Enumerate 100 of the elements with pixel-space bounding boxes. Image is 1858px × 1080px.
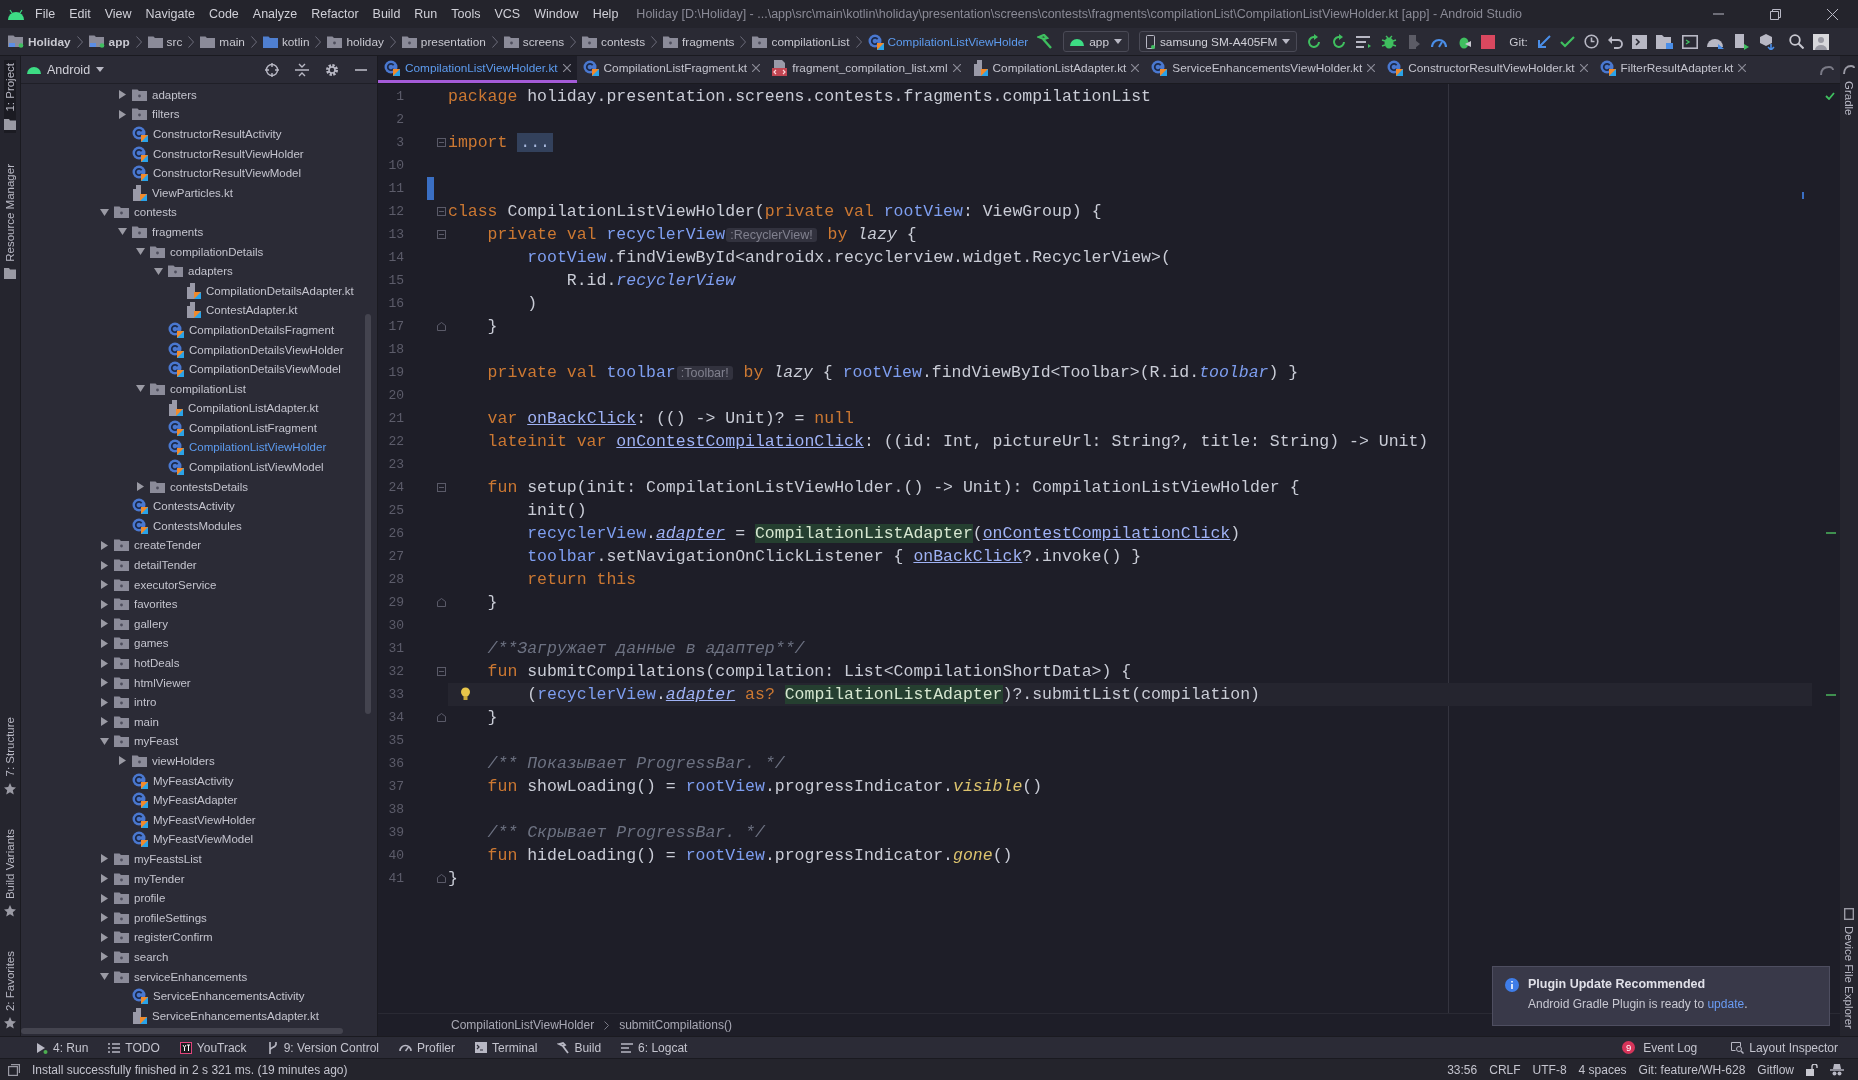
menu-item[interactable]: Refactor	[311, 7, 359, 21]
status-item[interactable]: CRLF	[1489, 1062, 1521, 1077]
tool-window-button[interactable]: Layout Inspector	[1723, 1040, 1846, 1055]
tree-item[interactable]: createTender	[134, 539, 202, 552]
tree-item[interactable]: serviceEnhancements	[134, 970, 248, 983]
breadcrumb[interactable]: compilationList	[771, 34, 850, 49]
tree-item[interactable]: ConstructorResultViewModel	[153, 167, 302, 180]
tool-window-button[interactable]: Gradle	[1843, 81, 1855, 116]
breadcrumb[interactable]: presentation	[420, 34, 486, 49]
tree-item[interactable]: CompilationDetailsViewModel	[189, 363, 341, 376]
status-item[interactable]: 4 spaces	[1578, 1062, 1627, 1077]
menu-item[interactable]: Build	[372, 7, 401, 21]
tree-item[interactable]: CompilationDetailsFragment	[189, 323, 335, 336]
menu-item[interactable]: Help	[592, 7, 619, 21]
project-view-dropdown[interactable]: Android	[27, 62, 105, 77]
tree-item[interactable]: search	[134, 950, 169, 963]
tree-item[interactable]: myTender	[134, 872, 185, 885]
tree-item[interactable]: main	[134, 715, 159, 728]
tool-window-button[interactable]: 2: Favorites	[4, 950, 16, 1011]
breadcrumb[interactable]: contests	[601, 34, 646, 49]
tree-item[interactable]: ServiceEnhancementsAdapter.kt	[152, 1009, 319, 1022]
tree-item[interactable]: gallery	[134, 617, 168, 630]
menu-item[interactable]: Code	[208, 7, 239, 21]
device-dropdown[interactable]: samsung SM-A405FM	[1138, 31, 1298, 52]
tree-item[interactable]: games	[134, 637, 169, 650]
tool-window-button[interactable]: Build Variants	[4, 828, 16, 899]
tree-item[interactable]: executorService	[134, 578, 217, 591]
status-item[interactable]: 33:56	[1447, 1062, 1478, 1077]
breadcrumb[interactable]: holiday	[346, 34, 384, 49]
tool-window-button[interactable]: Resource Manager	[4, 163, 16, 262]
breadcrumb[interactable]: screens	[522, 34, 565, 49]
tool-window-button[interactable]: 6: Logcat	[613, 1040, 696, 1055]
tree-item[interactable]: CompilationDetailsViewHolder	[189, 343, 344, 356]
tool-window-button[interactable]: TODO	[100, 1040, 168, 1055]
run-configuration-dropdown[interactable]: app	[1063, 31, 1129, 52]
tree-item[interactable]: CompilationListAdapter.kt	[188, 402, 319, 415]
status-item[interactable]: Git: feature/WH-628	[1638, 1062, 1746, 1077]
tool-window-button[interactable]: YouTrack	[171, 1040, 255, 1055]
tree-item[interactable]: ViewParticles.kt	[152, 186, 233, 199]
tree-item[interactable]: hotDeals	[134, 657, 180, 669]
tree-item[interactable]: registerConfirm	[134, 931, 213, 944]
breadcrumb[interactable]: CompilationListViewHolder	[451, 1018, 595, 1032]
tree-item[interactable]: ConstructorResultActivity	[153, 128, 282, 140]
editor-tab[interactable]: CompilationListFragment.kt	[576, 56, 767, 83]
editor-tab[interactable]: fragment_compilation_list.xml	[766, 56, 967, 83]
status-item[interactable]: UTF-8	[1532, 1062, 1567, 1077]
breadcrumb[interactable]: kotlin	[281, 34, 310, 49]
menu-item[interactable]: Edit	[69, 7, 91, 21]
tree-item[interactable]: ConstructorResultViewHolder	[153, 147, 304, 160]
tool-window-button[interactable]: Build	[549, 1040, 610, 1055]
breadcrumb[interactable]: submitCompilations()	[619, 1018, 732, 1032]
tree-item[interactable]: viewHolders	[152, 755, 215, 767]
tree-item[interactable]: htmlViewer	[134, 676, 191, 689]
tree-item[interactable]: CompilationListViewHolder	[189, 441, 327, 454]
tree-item[interactable]: MyFeastActivity	[153, 774, 234, 787]
tree-item[interactable]: filters	[152, 108, 180, 121]
tree-item[interactable]: ContestsActivity	[153, 500, 235, 513]
menu-item[interactable]: VCS	[494, 7, 521, 21]
tree-item[interactable]: intro	[134, 696, 157, 709]
tool-window-button[interactable]: Profiler	[391, 1040, 464, 1055]
tree-item[interactable]: compilationDetails	[170, 245, 264, 258]
tree-item[interactable]: compilationList	[170, 382, 247, 395]
tool-window-button[interactable]: Event Log	[1639, 1040, 1706, 1055]
breadcrumb[interactable]: main	[219, 34, 245, 49]
menu-item[interactable]: Navigate	[145, 7, 195, 21]
tree-item[interactable]: favorites	[134, 598, 178, 611]
tree-item[interactable]: contests	[134, 206, 177, 219]
tree-item[interactable]: myFeastsList	[134, 852, 202, 865]
tree-item[interactable]: ContestsModules	[153, 519, 242, 532]
breadcrumb[interactable]: src	[166, 34, 183, 49]
tree-item[interactable]: detailTender	[134, 559, 197, 572]
tree-item[interactable]: profileSettings	[134, 911, 207, 924]
menu-item[interactable]: Analyze	[252, 7, 298, 21]
tree-item[interactable]: adapters	[188, 265, 233, 278]
tree-item[interactable]: MyFeastViewHolder	[153, 813, 256, 826]
tree-item[interactable]: ContestAdapter.kt	[206, 304, 298, 317]
tree-item[interactable]: profile	[134, 892, 166, 905]
tree-item[interactable]: CompilationListViewModel	[189, 461, 324, 474]
menu-item[interactable]: Tools	[451, 7, 481, 21]
tree-item[interactable]: MyFeastViewModel	[153, 833, 254, 846]
tree-item[interactable]: ServiceEnhancementsActivity	[153, 990, 305, 1003]
breadcrumb[interactable]: CompilationListViewHolder	[887, 34, 1029, 49]
tree-item[interactable]: contestsDetails	[170, 480, 248, 493]
tool-window-button[interactable]: Device File Explorer	[1843, 926, 1855, 1029]
editor-tab[interactable]: CompilationListViewHolder.kt	[378, 56, 577, 83]
tool-window-button[interactable]: 7: Structure	[4, 717, 16, 777]
tree-item[interactable]: MyFeastAdapter	[153, 794, 238, 807]
tree-item[interactable]: myFeast	[134, 735, 179, 748]
tree-item[interactable]: fragments	[152, 225, 204, 238]
menu-item[interactable]: Run	[414, 7, 438, 21]
status-item[interactable]: Gitflow	[1757, 1062, 1794, 1077]
tree-item[interactable]: CompilationDetailsAdapter.kt	[206, 284, 354, 297]
editor-tab[interactable]: ConstructorResultViewHolder.kt	[1381, 56, 1594, 83]
editor-tab[interactable]: CompilationListAdapter.kt	[966, 56, 1146, 83]
breadcrumb[interactable]: app	[108, 34, 130, 49]
breadcrumb[interactable]: fragments	[682, 34, 735, 49]
tool-window-button[interactable]: 9: Version Control	[258, 1040, 387, 1055]
menu-item[interactable]: Window	[534, 7, 579, 21]
menu-item[interactable]: View	[104, 7, 132, 21]
tool-window-button[interactable]: 4: Run	[28, 1040, 97, 1055]
